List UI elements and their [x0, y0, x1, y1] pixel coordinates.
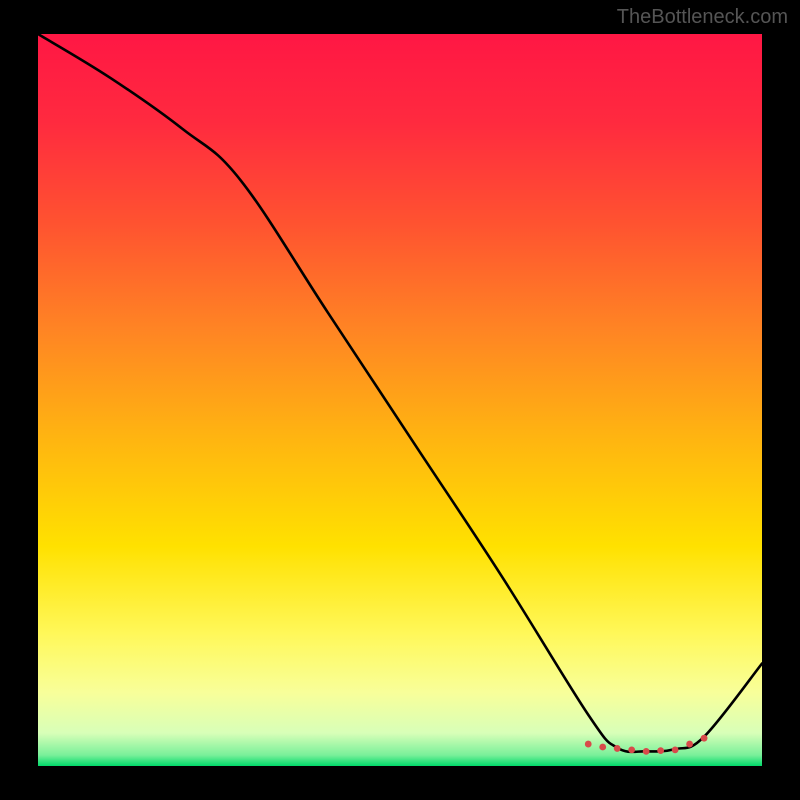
plateau-dot	[614, 745, 621, 752]
plot-area	[38, 34, 762, 766]
chart-svg	[38, 34, 762, 766]
chart-stage: TheBottleneck.com	[0, 0, 800, 800]
plateau-dot	[599, 744, 606, 751]
plateau-dot	[585, 741, 592, 748]
plateau-dot	[686, 741, 693, 748]
watermark-text: TheBottleneck.com	[617, 6, 788, 29]
gradient-background	[38, 34, 762, 766]
plateau-dot	[643, 748, 650, 755]
plateau-dot	[657, 747, 664, 754]
plateau-dot	[672, 746, 679, 753]
plateau-dot	[701, 735, 708, 742]
plateau-dot	[628, 746, 635, 753]
